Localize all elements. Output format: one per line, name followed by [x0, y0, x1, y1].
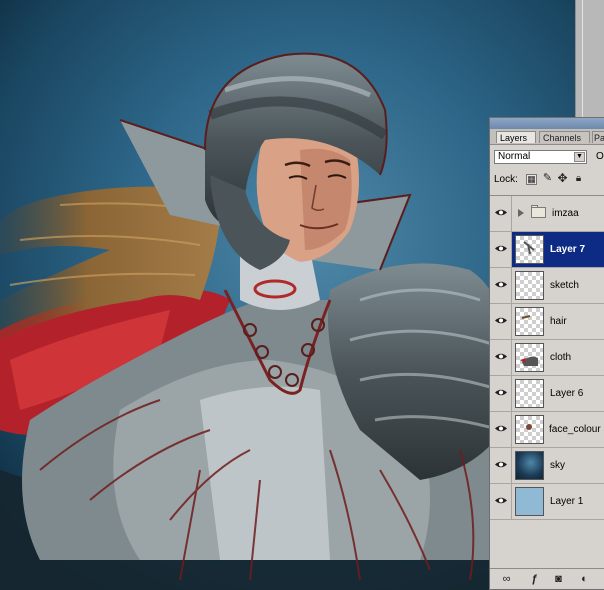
layer-thumbnail [515, 379, 544, 408]
expand-arrow-icon[interactable] [518, 209, 524, 217]
lock-paint-icon[interactable]: ✎ [542, 173, 553, 185]
layer-thumbnail [515, 415, 544, 444]
folder-icon [531, 207, 546, 218]
scrollbar-edge [582, 0, 583, 118]
layer-row-face-colour[interactable]: face_colour [490, 412, 604, 448]
visibility-toggle[interactable] [490, 448, 512, 483]
layer-row-sketch[interactable]: sketch [490, 268, 604, 304]
eye-icon [495, 389, 507, 396]
adjustment-layer-icon[interactable]: ◐ [578, 573, 591, 585]
layer-mask-icon[interactable]: ◙ [552, 573, 565, 585]
visibility-toggle[interactable] [490, 196, 512, 231]
face-dot-icon [526, 424, 532, 430]
layer-name: imzaa [552, 208, 579, 219]
tab-layers[interactable]: Layers [496, 131, 536, 143]
cloth-shape-icon [520, 356, 538, 366]
hair-stroke-icon [521, 315, 531, 319]
eye-icon [495, 245, 507, 252]
layer-name: Layer 1 [550, 496, 584, 507]
layers-panel: Layers Channels Pa Normal ▼ O Lock: ▦ ✎ … [489, 117, 604, 590]
chevron-down-icon[interactable]: ▼ [574, 152, 585, 162]
layer-name: Layer 6 [550, 388, 584, 399]
blend-mode-select[interactable]: Normal ▼ [494, 150, 587, 164]
panel-tab-row: Layers Channels Pa [490, 129, 604, 145]
lock-transparency-icon[interactable]: ▦ [526, 174, 537, 185]
lock-move-icon[interactable]: ✥ [557, 172, 568, 185]
layer-list: imzaa Layer 7 sketch hair cloth Layer 6 … [490, 195, 604, 544]
layer-row-cloth[interactable]: cloth [490, 340, 604, 376]
eye-icon [495, 281, 507, 288]
blend-mode-value: Normal [498, 151, 531, 162]
visibility-toggle[interactable] [490, 232, 512, 267]
visibility-toggle[interactable] [490, 376, 512, 411]
layer-name: sky [550, 460, 565, 471]
visibility-toggle[interactable] [490, 304, 512, 339]
layer-thumbnail [515, 271, 544, 300]
layer-row-layer-7[interactable]: Layer 7 [490, 232, 604, 268]
panel-footer: ∞ ƒ ◙ ◐ [490, 568, 604, 589]
eye-icon [495, 317, 507, 324]
app-background-strip [575, 0, 604, 118]
link-icon[interactable]: ∞ [500, 573, 513, 585]
visibility-toggle[interactable] [490, 268, 512, 303]
layer-thumbnail [515, 343, 544, 372]
eye-icon [495, 209, 507, 216]
layer-thumbnail [515, 487, 544, 516]
layer-row-sky[interactable]: sky [490, 448, 604, 484]
layer-name: Layer 7 [550, 244, 586, 255]
layer-row-imzaa[interactable]: imzaa [490, 196, 604, 232]
layer-thumbnail [515, 235, 544, 264]
lock-all-icon[interactable]: 🔒︎ [573, 174, 584, 185]
layer-row-hair[interactable]: hair [490, 304, 604, 340]
layer-row-layer-6[interactable]: Layer 6 [490, 376, 604, 412]
eye-icon [495, 497, 507, 504]
layer-name: sketch [550, 280, 579, 291]
layer-row-layer-1[interactable]: Layer 1 [490, 484, 604, 520]
tab-paths[interactable]: Pa [592, 131, 604, 143]
eye-icon [495, 425, 507, 432]
brush-stroke-icon [523, 241, 535, 255]
layer-thumbnail [515, 307, 544, 336]
tab-channels[interactable]: Channels [539, 131, 590, 143]
layer-thumbnail [515, 451, 544, 480]
layer-style-icon[interactable]: ƒ [528, 573, 541, 585]
eye-icon [495, 353, 507, 360]
eye-icon [495, 461, 507, 468]
visibility-toggle[interactable] [490, 340, 512, 375]
layer-name: face_colour [549, 424, 601, 435]
layer-name: cloth [550, 352, 572, 363]
lock-label: Lock: [494, 174, 518, 185]
layer-name: hair [550, 316, 567, 327]
visibility-toggle[interactable] [490, 412, 512, 447]
visibility-toggle[interactable] [490, 484, 512, 519]
opacity-label: O [596, 151, 604, 162]
